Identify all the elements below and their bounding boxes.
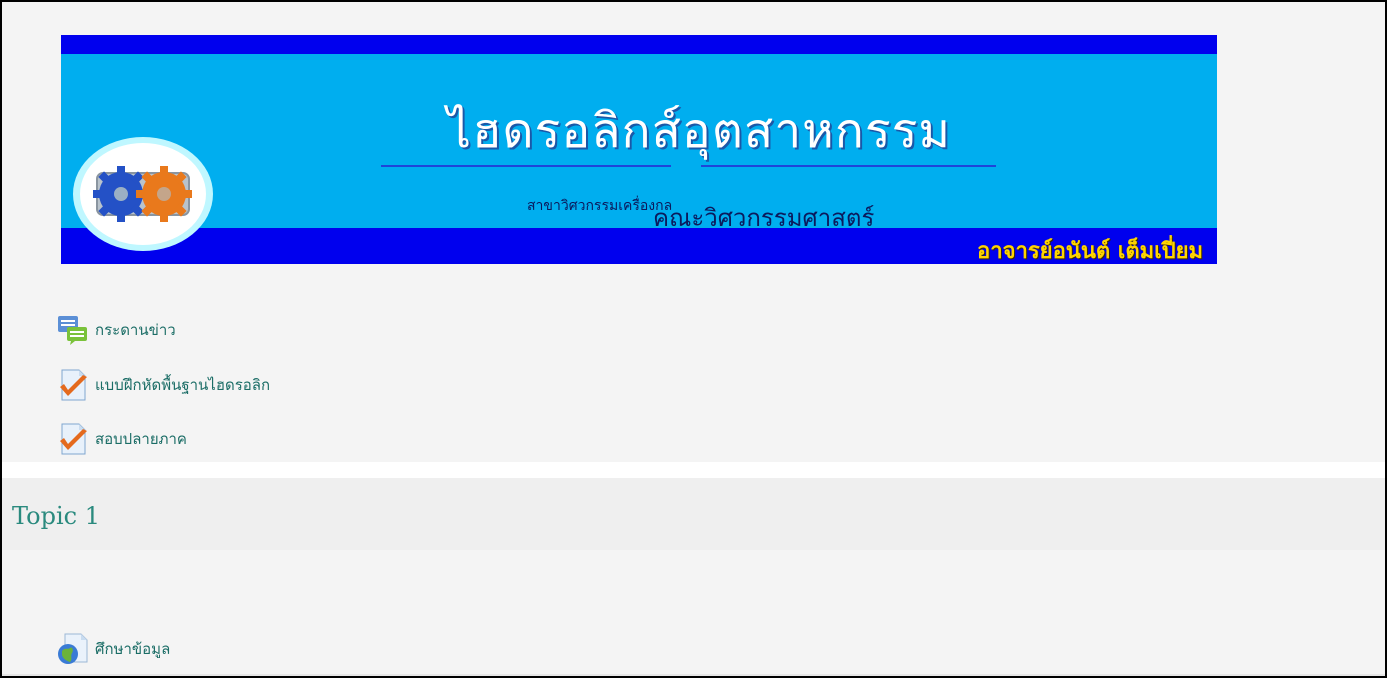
activity-url[interactable]: ศึกษาข้อมูล [57,633,170,664]
quiz-icon [60,423,87,455]
activity-final-exam[interactable]: สอบปลายภาค [57,423,187,455]
activity-final-exam-link[interactable]: สอบปลายภาค [95,427,187,451]
banner-title-underline [381,164,996,168]
banner-top-strip [61,35,1217,54]
topic-1-header [2,478,1385,550]
activity-quiz-basic[interactable]: แบบฝึกหัดพื้นฐานไฮดรอลิก [57,369,270,401]
activity-forum-link[interactable]: กระดานข่าว [95,318,176,342]
section-separator [2,462,1385,478]
activity-url-link[interactable]: ศึกษาข้อมูล [95,637,170,661]
activity-forum[interactable]: กระดานข่าว [57,315,176,345]
banner-teacher: อาจารย์อนันต์ เต็มเปี่ยม [977,239,1203,264]
banner-title: ไฮดรอลิกส์อุตสาหกรรม [446,103,952,159]
forum-icon [58,316,87,345]
gears-logo-icon [73,137,213,251]
section-bottom-border [2,674,1385,676]
activity-quiz-basic-link[interactable]: แบบฝึกหัดพื้นฐานไฮดรอลิก [95,373,270,397]
course-page: ไฮดรอลิกส์อุตสาหกรรม สาขาวิศวกรรมเครื่อง… [0,0,1387,678]
topic-1-title: Topic 1 [12,502,100,530]
banner-department: สาขาวิศวกรรมเครื่องกล [527,198,673,214]
banner-faculty: คณะวิศวกรรมศาสตร์ [653,204,875,232]
course-banner: ไฮดรอลิกส์อุตสาหกรรม สาขาวิศวกรรมเครื่อง… [61,35,1217,264]
url-icon [58,633,88,664]
quiz-icon [60,369,87,401]
